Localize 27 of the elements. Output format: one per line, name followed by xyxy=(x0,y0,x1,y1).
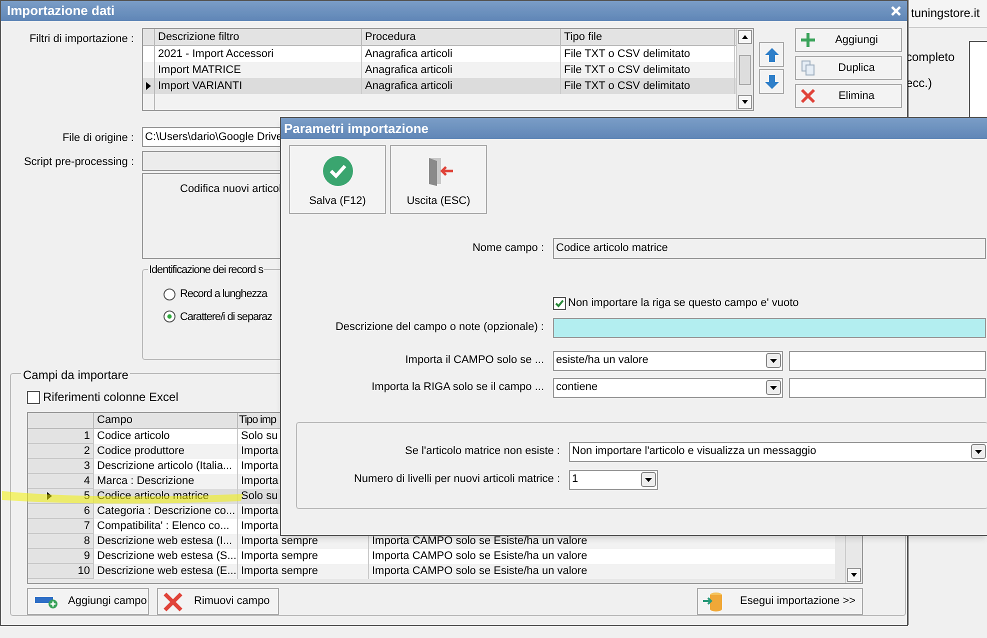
label-text: completo xyxy=(906,49,955,66)
table-cell-text: Importa CAMPO solo se Esiste/ha un valore xyxy=(371,549,588,564)
window-title: Importazione dati xyxy=(7,2,115,20)
table-cell-text: Importa CAMPO solo se Esiste/ha un valore xyxy=(371,534,588,549)
row-number: 2 xyxy=(84,444,90,458)
table-cell: Descrizione web estesa (E... xyxy=(94,564,238,579)
field-label: Script pre-processing : xyxy=(24,156,134,168)
field-label: Importa la RIGA solo se il campo ... xyxy=(372,381,544,394)
table-cell: Importa sempre xyxy=(238,564,369,579)
field-label: Filtri di importazione : xyxy=(29,33,134,45)
row-number: 1 xyxy=(84,428,90,444)
row-number: 7 xyxy=(84,518,90,534)
row-number: 3 xyxy=(84,458,90,474)
row-number: 5 xyxy=(84,488,90,504)
field-label: Se l'articolo matrice non esiste : xyxy=(405,445,560,458)
window-title: Parametri importazione xyxy=(284,120,428,138)
row-number: 8 xyxy=(84,534,90,548)
row-number: 9 xyxy=(84,548,90,564)
window-title: tuningstore.it xyxy=(911,6,980,20)
field-label: Descrizione del campo o note (opzionale) : xyxy=(335,321,544,334)
field-label: File di origine : xyxy=(62,132,134,144)
row-number: 6 xyxy=(84,504,90,518)
table-cell-text: Importa CAMPO solo se Esiste/ha un valore xyxy=(371,564,588,579)
field-label: Importa il CAMPO solo se ... xyxy=(405,354,544,366)
row-number: 4 xyxy=(84,474,90,488)
row-number: 10 xyxy=(78,564,90,578)
field-label: Nome campo : xyxy=(472,242,544,254)
